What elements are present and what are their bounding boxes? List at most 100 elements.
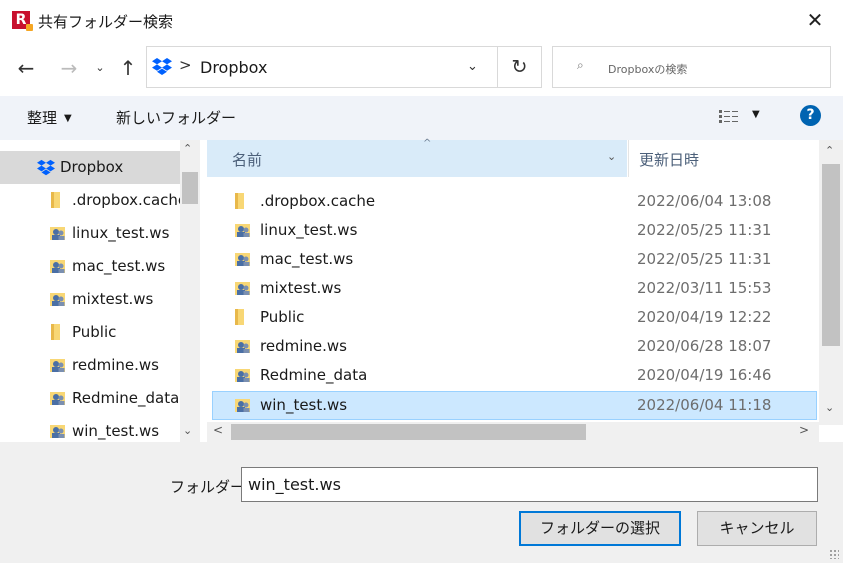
column-header-date[interactable]: 更新日時	[639, 149, 699, 170]
folder-icon	[50, 323, 64, 341]
sidebar-item-label: mac_test.ws	[72, 257, 166, 275]
sidebar-item-public[interactable]: Public	[0, 316, 180, 349]
file-name: win_test.ws	[260, 396, 348, 414]
file-name: Public	[260, 308, 305, 326]
file-date: 2020/04/19 12:22	[637, 308, 772, 326]
shared-folder-icon	[234, 279, 252, 297]
view-options-chevron-icon[interactable]: ▼	[752, 109, 760, 120]
file-list: 名前 ^ ⌄ 更新日時 .dropbox.cache 2022/06/04 13…	[207, 138, 843, 442]
file-name: .dropbox.cache	[260, 192, 376, 210]
navigation-bar: ← → ⌄ ↑ > Dropbox ⌄ ↻ ⌕ Dropboxの検索	[0, 40, 843, 96]
forward-button[interactable]: →	[57, 56, 81, 80]
dropbox-icon	[151, 57, 173, 77]
sidebar-item-label: mixtest.ws	[72, 290, 154, 308]
sidebar-item-mixtest[interactable]: mixtest.ws	[0, 283, 180, 316]
table-row[interactable]: redmine.ws 2020/06/28 18:07	[212, 332, 817, 361]
cancel-button[interactable]: キャンセル	[697, 511, 817, 546]
folder-name-input[interactable]	[241, 467, 818, 502]
refresh-button[interactable]: ↻	[497, 47, 541, 87]
file-date: 2022/06/04 11:18	[637, 396, 772, 414]
file-date: 2022/03/11 15:53	[637, 279, 772, 297]
shared-folder-icon	[49, 290, 67, 308]
folder-icon	[234, 192, 248, 210]
file-name: Redmine_data	[260, 366, 368, 384]
scroll-up-arrow-icon[interactable]: ⌃	[825, 144, 834, 157]
file-name: mixtest.ws	[260, 279, 342, 297]
shared-folder-icon	[49, 224, 67, 242]
file-date: 2022/06/04 13:08	[637, 192, 772, 210]
shared-folder-icon	[49, 356, 67, 374]
shared-folder-icon	[234, 221, 252, 239]
table-row[interactable]: linux_test.ws 2022/05/25 11:31	[212, 216, 817, 245]
sidebar-item-redmine[interactable]: redmine.ws	[0, 349, 180, 382]
table-row[interactable]: mac_test.ws 2022/05/25 11:31	[212, 245, 817, 274]
shared-folder-icon	[234, 250, 252, 268]
file-date: 2022/05/25 11:31	[637, 221, 772, 239]
file-list-vertical-scrollbar[interactable]: ⌃ ⌄	[819, 140, 843, 425]
sidebar-item-dropbox[interactable]: Dropbox	[0, 151, 180, 184]
select-folder-button[interactable]: フォルダーの選択	[519, 511, 681, 546]
sidebar-item-label: Dropbox	[60, 158, 124, 176]
close-button[interactable]: ✕	[795, 4, 835, 36]
sidebar-item-dropbox-cache[interactable]: .dropbox.cache	[0, 184, 187, 217]
scroll-left-arrow-icon[interactable]: <	[213, 423, 223, 437]
shared-folder-icon	[49, 422, 67, 440]
table-row-selected[interactable]: win_test.ws 2022/06/04 11:18	[212, 391, 817, 420]
chevron-down-icon: ▼	[64, 113, 72, 124]
column-header-row: 名前 ^ ⌄ 更新日時	[207, 138, 819, 177]
scrollbar-thumb[interactable]	[822, 164, 840, 346]
sidebar-item-mac-test[interactable]: mac_test.ws	[0, 250, 180, 283]
back-button[interactable]: ←	[14, 56, 38, 80]
table-row[interactable]: Public 2020/04/19 12:22	[212, 303, 817, 332]
dialog-footer: フォルダー: フォルダーの選択 キャンセル	[0, 442, 843, 563]
new-folder-button[interactable]: 新しいフォルダー	[116, 107, 236, 128]
organize-label: 整理	[27, 109, 58, 127]
up-button[interactable]: ↑	[116, 56, 140, 80]
sidebar-scrollbar[interactable]: ⌃ ⌄	[180, 140, 200, 442]
sidebar-item-linux-test[interactable]: linux_test.ws	[0, 217, 180, 250]
view-details-icon[interactable]	[718, 108, 740, 126]
folder-icon	[50, 191, 64, 209]
resize-grip-icon[interactable]	[829, 549, 839, 559]
sidebar-item-label: Public	[72, 323, 117, 341]
scroll-down-arrow-icon[interactable]: ⌄	[825, 401, 834, 414]
file-name: redmine.ws	[260, 337, 347, 355]
organize-button[interactable]: 整理 ▼	[27, 107, 72, 128]
help-button[interactable]: ?	[800, 105, 821, 126]
table-row[interactable]: mixtest.ws 2022/03/11 15:53	[212, 274, 817, 303]
file-name: linux_test.ws	[260, 221, 358, 239]
sidebar-item-win-test[interactable]: win_test.ws	[0, 415, 180, 442]
scrollbar-thumb[interactable]	[182, 172, 198, 204]
shared-folder-icon	[234, 337, 252, 355]
scroll-up-arrow-icon[interactable]: ⌃	[183, 142, 192, 155]
scroll-right-arrow-icon[interactable]: >	[799, 423, 809, 437]
search-box[interactable]: ⌕ Dropboxの検索	[552, 46, 831, 88]
file-date: 2022/05/25 11:31	[637, 250, 772, 268]
breadcrumb-dropbox[interactable]: Dropbox	[200, 58, 267, 77]
column-header-name[interactable]: 名前 ^ ⌄	[207, 138, 627, 177]
sidebar-item-label: Redmine_data	[72, 389, 180, 407]
column-header-name-label: 名前	[232, 151, 263, 169]
column-divider[interactable]	[628, 140, 629, 177]
shared-folder-icon	[49, 389, 67, 407]
scroll-down-arrow-icon[interactable]: ⌄	[183, 424, 192, 437]
file-date: 2020/04/19 16:46	[637, 366, 772, 384]
breadcrumb-separator[interactable]: >	[179, 56, 192, 74]
search-input[interactable]: Dropboxの検索	[608, 61, 687, 77]
recent-locations-button[interactable]: ⌄	[88, 56, 112, 80]
app-logo-icon: R	[12, 11, 33, 31]
sidebar-item-redmine-data[interactable]: Redmine_data	[0, 382, 180, 415]
sidebar-item-label: win_test.ws	[72, 422, 160, 440]
column-filter-chevron-icon[interactable]: ⌄	[607, 150, 616, 163]
scrollbar-thumb[interactable]	[231, 424, 586, 440]
title-bar: R 共有フォルダー検索 ✕	[0, 0, 843, 40]
address-dropdown-button[interactable]: ⌄	[467, 59, 478, 74]
address-bar[interactable]: > Dropbox ⌄ ↻	[146, 46, 542, 88]
table-row[interactable]: Redmine_data 2020/04/19 16:46	[212, 361, 817, 390]
folder-field-label: フォルダー:	[170, 478, 251, 496]
folder-icon	[234, 308, 248, 326]
file-list-horizontal-scrollbar[interactable]: < >	[207, 422, 819, 442]
shared-folder-icon	[234, 396, 252, 414]
table-row[interactable]: .dropbox.cache 2022/06/04 13:08	[212, 187, 817, 216]
file-date: 2020/06/28 18:07	[637, 337, 772, 355]
